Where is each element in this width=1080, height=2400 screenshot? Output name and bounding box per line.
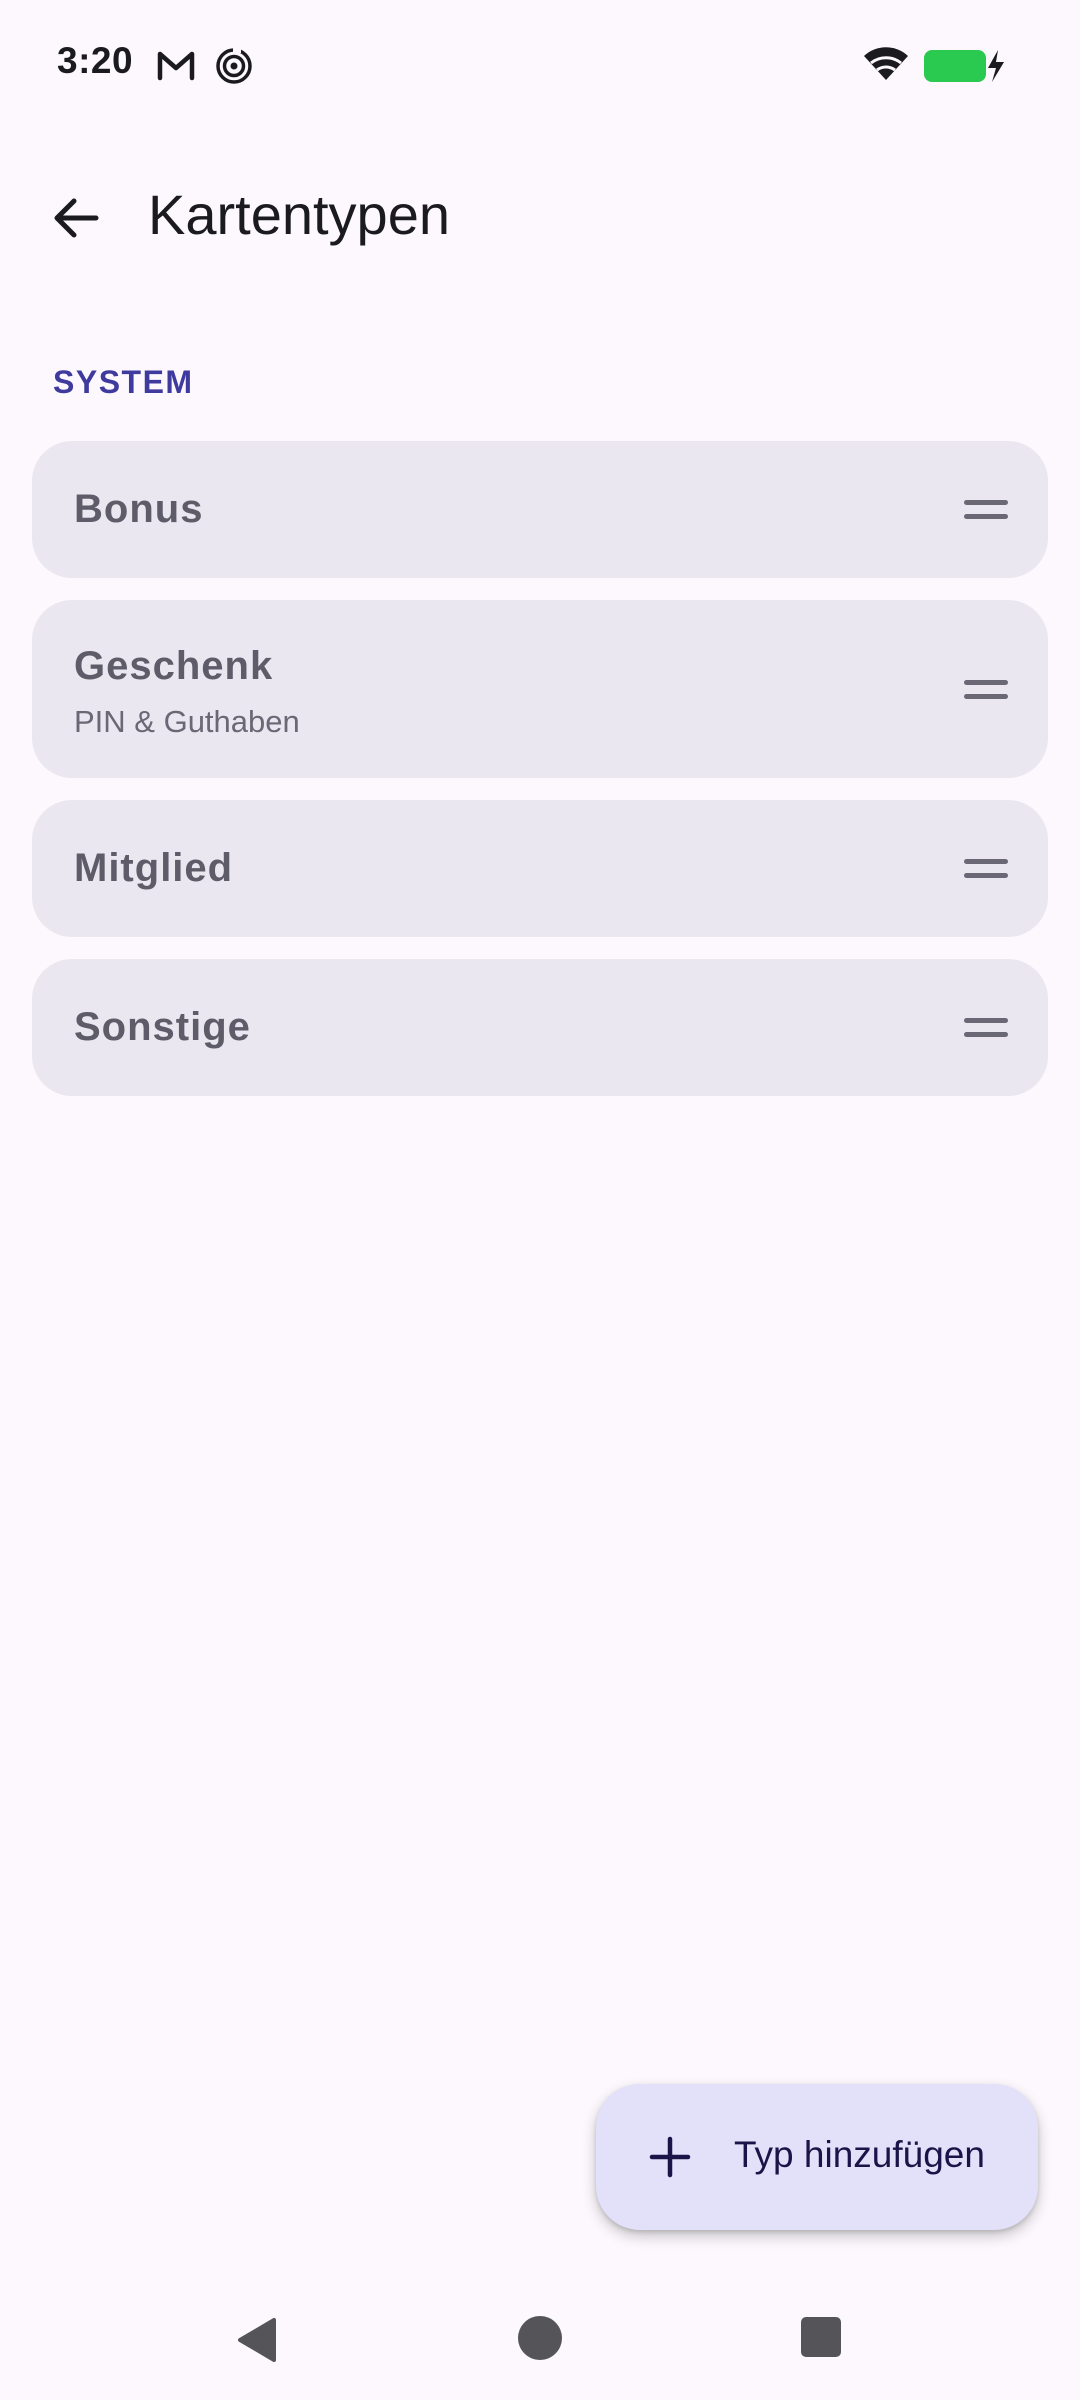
top-app-bar: Kartentypen [0, 150, 1080, 282]
back-button[interactable] [36, 180, 116, 260]
list-item-title: Geschenk [74, 644, 274, 688]
list-item-bonus[interactable]: Bonus [32, 441, 1048, 578]
plus-icon [646, 2133, 694, 2181]
list-item-title: Mitglied [74, 846, 234, 890]
navigation-bar [0, 2290, 1080, 2400]
page-title: Kartentypen [148, 183, 450, 246]
battery-charging-icon [922, 46, 1008, 86]
card-type-list: Bonus Geschenk PIN & Guthaben Mitglied S… [32, 441, 1048, 1118]
sync-icon [214, 46, 254, 86]
arrow-back-icon [50, 192, 102, 249]
list-item-sonstige[interactable]: Sonstige [32, 959, 1048, 1096]
drag-handle-icon[interactable] [964, 849, 1010, 889]
nav-back-icon[interactable] [232, 2314, 284, 2366]
drag-handle-icon[interactable] [964, 1008, 1010, 1048]
status-time: 3:20 [57, 40, 134, 81]
gmail-icon [156, 46, 196, 86]
list-item-subtitle: PIN & Guthaben [74, 704, 300, 739]
wifi-icon [862, 44, 910, 84]
status-bar: 3:20 [0, 0, 1080, 130]
list-item-title: Sonstige [74, 1005, 251, 1049]
screen: 3:20 Kartentypen SYSTEM Bonus Geschenk P… [0, 0, 1080, 2400]
section-header-system: SYSTEM [53, 364, 194, 400]
nav-recents-icon[interactable] [800, 2316, 842, 2358]
drag-handle-icon[interactable] [964, 669, 1010, 709]
add-type-label: Typ hinzufügen [734, 2134, 985, 2175]
list-item-mitglied[interactable]: Mitglied [32, 800, 1048, 937]
add-type-button[interactable]: Typ hinzufügen [596, 2084, 1038, 2230]
nav-home-icon[interactable] [516, 2314, 564, 2362]
drag-handle-icon[interactable] [964, 490, 1010, 530]
list-item-geschenk[interactable]: Geschenk PIN & Guthaben [32, 600, 1048, 778]
list-item-title: Bonus [74, 487, 204, 531]
